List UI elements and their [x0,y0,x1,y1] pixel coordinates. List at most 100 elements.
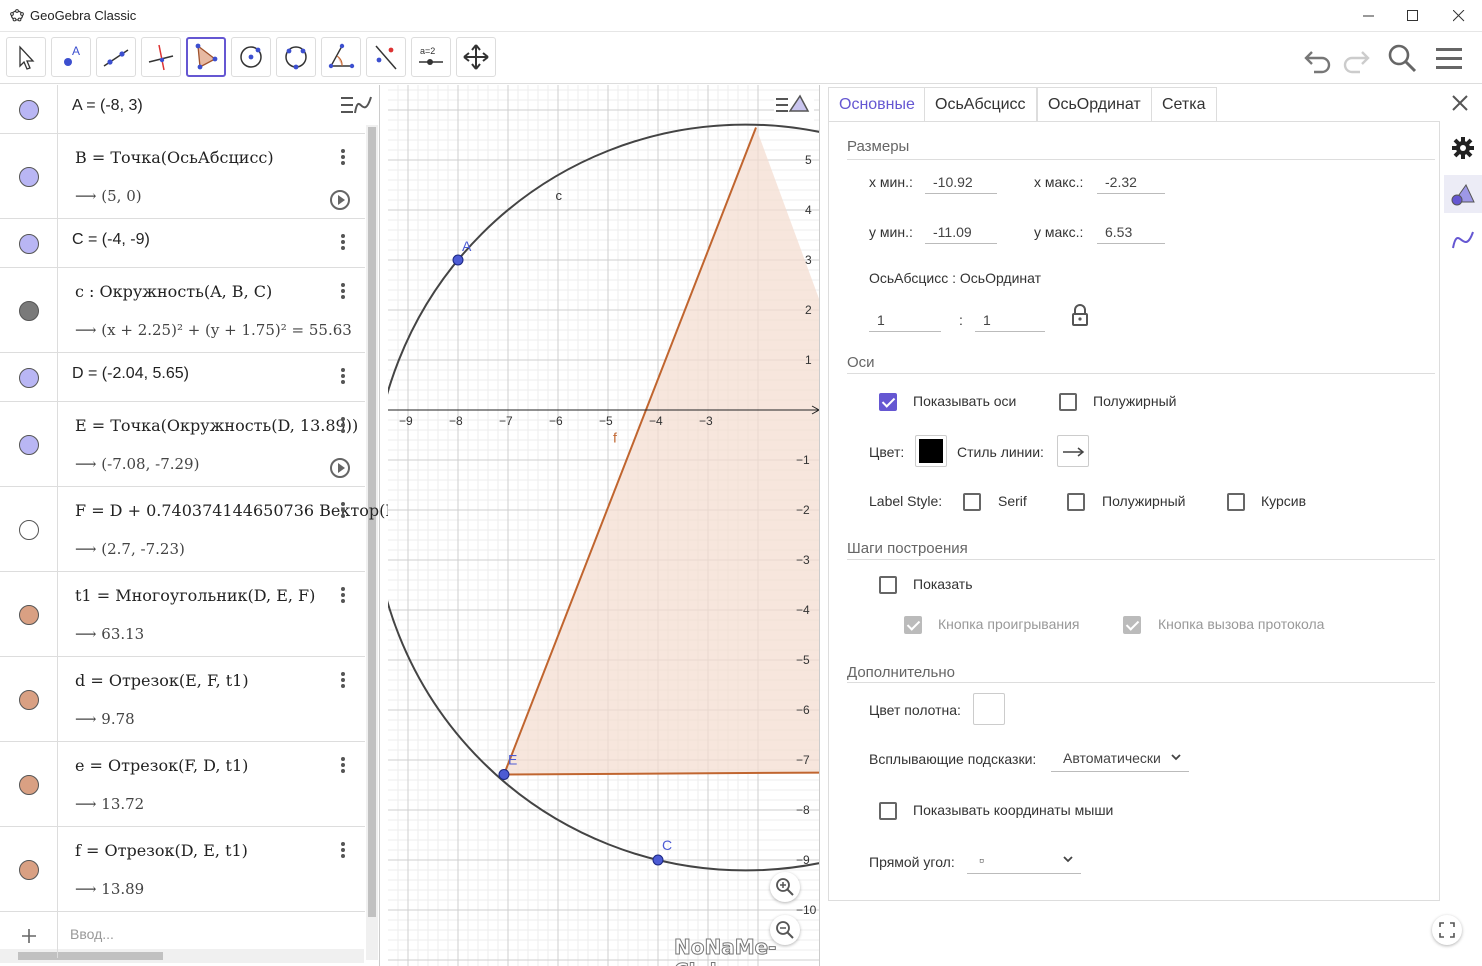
algebra-item[interactable]: d = Отрезок(E, F, t1) ⟶ 9.78 [0,657,365,742]
plus-icon[interactable] [21,928,37,944]
algebra-item[interactable]: C = (-4, -9) [0,219,365,268]
visibility-marble[interactable] [0,134,58,218]
show-construction-checkbox[interactable] [879,576,897,594]
visibility-marble[interactable] [0,353,58,401]
more-options-icon[interactable] [339,367,347,387]
background-color-swatch[interactable] [973,693,1005,725]
ratio-x-field[interactable]: 1 [869,310,941,332]
perpendicular-tool[interactable] [141,37,181,77]
visibility-toggle-icon[interactable] [19,689,39,710]
circle-three-points-tool[interactable] [276,37,316,77]
algebra-item[interactable]: B = Точка(ОсьАбсцисс) ⟶ (5, 0) [0,134,365,219]
label-bold-checkbox[interactable] [1067,493,1085,511]
line-tool[interactable] [96,37,136,77]
visibility-marble[interactable] [0,827,58,911]
algebra-definition[interactable]: t1 = Многоугольник(D, E, F) [75,586,315,605]
fullscreen-button[interactable] [1432,915,1462,945]
close-properties-icon[interactable] [1450,93,1470,113]
visibility-toggle-icon[interactable] [19,859,39,880]
visibility-marble[interactable] [0,402,58,486]
side-algebra-button[interactable] [1444,221,1482,259]
graphics-canvas[interactable]: −10 −9 −8 −7 −6 −5 −4 −3 5 4 3 2 1 −1 −2 −3 −4 −5 −6 −7 −8 −9… [388,85,820,966]
visibility-marble[interactable] [0,219,58,267]
algebra-definition[interactable]: F = D + 0.740374144650736 Вектор(D [75,501,398,520]
axis-color-swatch[interactable] [915,435,947,467]
visibility-marble[interactable] [0,657,58,741]
line-style-button[interactable] [1057,435,1089,467]
point-tool[interactable]: A [51,37,91,77]
algebra-item[interactable]: t1 = Многоугольник(D, E, F) ⟶ 63.13 [0,572,365,657]
visibility-toggle-icon[interactable] [19,300,39,321]
main-menu-button[interactable] [1431,40,1467,76]
ymin-field[interactable]: -11.09 [925,222,997,244]
visibility-toggle-icon[interactable] [19,233,39,254]
algebra-definition[interactable]: D = (-2.04, 5.65) [72,365,189,383]
close-window-button[interactable] [1436,0,1482,32]
reflect-tool[interactable] [366,37,406,77]
circle-center-tool[interactable] [231,37,271,77]
visibility-marble[interactable] [0,742,58,826]
visibility-marble[interactable] [0,572,58,656]
algebra-definition[interactable]: e = Отрезок(F, D, t1) [75,756,248,775]
redo-button[interactable] [1338,40,1374,76]
visibility-toggle-icon[interactable] [19,166,39,187]
more-options-icon[interactable] [339,282,347,302]
more-options-icon[interactable] [339,233,347,253]
tab-y-axis[interactable]: ОсьОрдинат [1037,87,1152,121]
xmax-field[interactable]: -2.32 [1097,172,1165,194]
algebra-input-row[interactable]: Ввод... [0,912,365,958]
algebra-input-field[interactable]: Ввод... [70,926,114,942]
angle-tool[interactable] [321,37,361,77]
xmin-field[interactable]: -10.92 [925,172,997,194]
maximize-button[interactable] [1390,0,1436,32]
minimize-button[interactable] [1346,0,1392,32]
mouse-coords-checkbox[interactable] [879,802,897,820]
more-options-icon[interactable] [339,671,347,691]
algebra-vertical-scrollbar[interactable] [366,125,378,960]
algebra-definition[interactable]: C = (-4, -9) [72,231,150,249]
bold-axes-checkbox[interactable] [1059,393,1077,411]
right-angle-dropdown[interactable]: ▫ [967,848,1081,874]
visibility-toggle-icon[interactable] [19,99,39,120]
serif-checkbox[interactable] [963,493,981,511]
polygon-tool[interactable] [186,37,226,77]
search-button[interactable] [1384,40,1420,76]
more-options-icon[interactable] [339,756,347,776]
zoom-in-button[interactable] [770,872,800,902]
visibility-toggle-icon[interactable] [19,519,39,540]
play-animation-icon[interactable] [330,458,350,478]
visibility-toggle-icon[interactable] [19,367,39,388]
tab-grid[interactable]: Сетка [1151,87,1217,121]
visibility-marble[interactable] [0,487,58,571]
lock-icon[interactable] [1071,304,1089,326]
more-options-icon[interactable] [339,416,347,436]
play-animation-icon[interactable] [330,190,350,210]
visibility-marble[interactable] [0,85,58,133]
algebra-definition[interactable]: B = Точка(ОсьАбсцисс) [75,148,274,167]
algebra-definition[interactable]: f = Отрезок(D, E, t1) [75,841,248,860]
side-settings-button[interactable] [1444,129,1482,167]
algebra-item[interactable]: E = Точка(Окружность(D, 13.89)) ⟶ (-7.08,… [0,402,365,487]
more-options-icon[interactable] [339,586,347,606]
italic-checkbox[interactable] [1227,493,1245,511]
algebra-item[interactable]: e = Отрезок(F, D, t1) ⟶ 13.72 [0,742,365,827]
tooltips-dropdown[interactable]: Автоматически [1051,746,1189,772]
show-axes-checkbox[interactable] [879,393,897,411]
graphics-style-bar-button[interactable] [774,91,814,121]
ratio-y-field[interactable]: 1 [975,310,1045,332]
tab-basic[interactable]: Основные [828,87,926,121]
ymax-field[interactable]: 6.53 [1097,222,1165,244]
algebra-definition[interactable]: d = Отрезок(E, F, t1) [75,671,249,690]
add-item-marble[interactable] [0,912,58,958]
side-graphics-button[interactable] [1444,175,1482,213]
undo-button[interactable] [1300,40,1336,76]
move-tool[interactable] [6,37,46,77]
slider-tool[interactable]: a=2 [411,37,451,77]
algebra-definition[interactable]: c : Окружность(A, B, C) [75,282,272,301]
algebra-item[interactable]: f = Отрезок(D, E, t1) ⟶ 13.89 [0,827,365,912]
algebra-definition[interactable]: E = Точка(Окружность(D, 13.89)) [75,416,358,435]
more-options-icon[interactable] [339,148,347,168]
more-options-icon[interactable] [339,841,347,861]
move-graphics-tool[interactable] [456,37,496,77]
visibility-marble[interactable] [0,268,58,352]
